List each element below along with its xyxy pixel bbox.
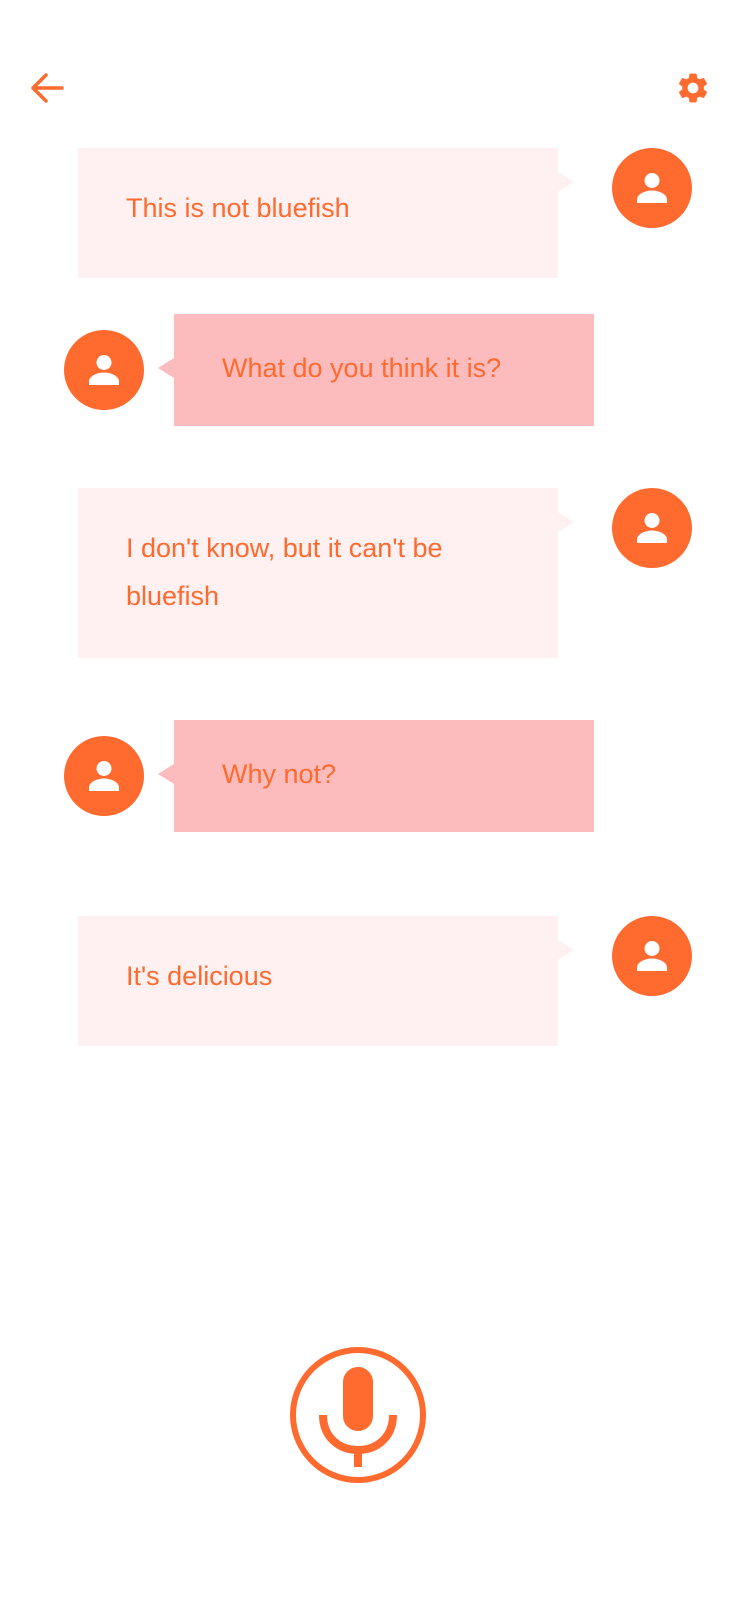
person-icon [637,941,667,971]
message-text: Why not? [222,759,337,789]
avatar[interactable] [64,330,144,410]
person-icon [637,173,667,203]
back-button[interactable] [28,68,68,108]
arrow-left-icon [31,73,64,103]
microphone-icon [290,1347,426,1483]
message-text: What do you think it is? [222,353,502,383]
microphone-button[interactable] [288,1345,428,1485]
settings-button[interactable] [675,70,711,106]
message-text: This is not bluefish [126,193,350,223]
message-bubble: It's delicious [78,916,574,1046]
message-text: I don't know, but it can't be bluefish [126,533,443,611]
message-bubble: I don't know, but it can't be bluefish [78,488,574,658]
top-bar [0,0,750,140]
person-icon [89,355,119,385]
message-bubble: This is not bluefish [78,148,574,278]
person-icon [637,513,667,543]
message-bubble: What do you think it is? [158,314,594,426]
avatar[interactable] [64,736,144,816]
message-bubble: Why not? [158,720,594,832]
avatar[interactable] [612,916,692,996]
person-icon [89,761,119,791]
message-text: It's delicious [126,961,273,991]
gear-icon [678,73,708,103]
avatar[interactable] [612,488,692,568]
avatar[interactable] [612,148,692,228]
